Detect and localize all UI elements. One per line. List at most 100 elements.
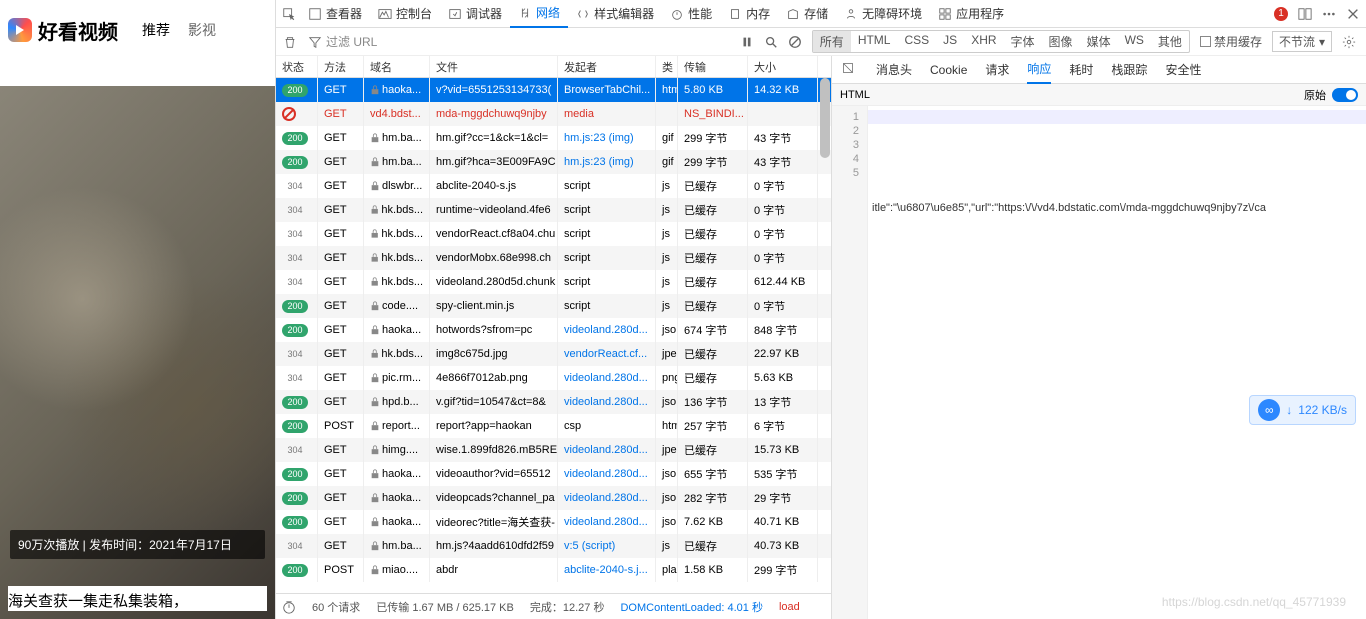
col-domain[interactable]: 域名 (364, 56, 430, 77)
network-table-panel: 状态 方法 域名 文件 发起者 类 传输 大小 200GEThaoka...v?… (276, 56, 832, 619)
network-row[interactable]: 304GEThk.bds...vendorReact.cf8a04.chuscr… (276, 222, 831, 246)
type-filter-XHR[interactable]: XHR (964, 31, 1003, 52)
video-player[interactable]: 90万次播放 | 发布时间：2021年7月17日 海关查获一集走私集装箱， (0, 86, 275, 619)
type-filter-媒体[interactable]: 媒体 (1080, 31, 1118, 52)
detail-tab-3[interactable]: 响应 (1027, 56, 1051, 84)
network-row[interactable]: 200GEThm.ba...hm.gif?hca=3E009FA9Chm.js:… (276, 150, 831, 174)
network-row[interactable]: 304GEThk.bds...videoland.280d5d.chunkscr… (276, 270, 831, 294)
website-panel: 好看视频 推荐 影视 90万次播放 | 发布时间：2021年7月17日 海关查获… (0, 0, 275, 619)
element-picker-icon[interactable] (282, 7, 296, 21)
download-speed-badge[interactable]: ∞ ↓ 122 KB/s (1249, 395, 1356, 425)
col-transferred[interactable]: 传输 (678, 56, 748, 77)
gear-icon[interactable] (1342, 35, 1356, 49)
devtools-tab-6[interactable]: 内存 (720, 0, 778, 28)
error-count-badge[interactable]: 1 (1274, 7, 1288, 21)
filter-icon (308, 35, 322, 49)
network-row[interactable]: 304GEThm.ba...hm.js?4aadd610dfd2f59v:5 (… (276, 534, 831, 558)
scrollbar[interactable] (819, 78, 831, 593)
network-row[interactable]: 200GEThaoka...videopcads?channel_pavideo… (276, 486, 831, 510)
detail-tab-6[interactable]: 安全性 (1165, 56, 1201, 84)
network-row[interactable]: 200POSTmiao....abdrabclite-2040-s.j...pl… (276, 558, 831, 582)
scrollbar-thumb[interactable] (820, 78, 830, 158)
response-body[interactable]: 12345 itle":"\u6807\u6e85","url":"https:… (832, 106, 1366, 619)
devtools-tab-8[interactable]: 无障碍环境 (836, 0, 930, 28)
close-detail-icon[interactable] (838, 62, 858, 77)
nav-film[interactable]: 影视 (188, 20, 216, 40)
col-status[interactable]: 状态 (276, 56, 318, 77)
type-filter-所有[interactable]: 所有 (813, 31, 851, 52)
network-row[interactable]: 200GEThaoka...videoauthor?vid=65512video… (276, 462, 831, 486)
col-file[interactable]: 文件 (430, 56, 558, 77)
watermark: https://blog.csdn.net/qq_45771939 (1162, 595, 1346, 609)
line-gutter: 12345 (832, 106, 868, 619)
response-text: itle":"\u6807\u6e85","url":"https:\/\/vd… (868, 106, 1366, 619)
response-sub-bar: HTML 原始 (832, 84, 1366, 106)
col-method[interactable]: 方法 (318, 56, 364, 77)
filter-input[interactable]: 过滤 URL (304, 33, 377, 50)
network-row[interactable]: 304GEThk.bds...vendorMobx.68e998.chscrip… (276, 246, 831, 270)
devtools-tab-1[interactable]: 控制台 (370, 0, 440, 28)
arrow-down-icon: ↓ (1286, 403, 1292, 417)
type-filter-图像[interactable]: 图像 (1042, 31, 1080, 52)
network-row[interactable]: GETvd4.bdst...mda-mggdchuwq9njbymediaNS_… (276, 102, 831, 126)
site-logo[interactable]: 好看视频 (8, 16, 118, 45)
video-title: 海关查获一集走私集装箱， (8, 586, 267, 611)
pause-icon[interactable] (740, 35, 754, 49)
network-row[interactable]: 304GEThimg....wise.1.899fd826.mB5REvideo… (276, 438, 831, 462)
status-requests: 60 个请求 (312, 599, 360, 615)
logo-text: 好看视频 (38, 16, 118, 45)
type-filter-WS[interactable]: WS (1118, 31, 1151, 52)
type-filter-字体[interactable]: 字体 (1004, 31, 1042, 52)
detail-tab-4[interactable]: 耗时 (1069, 56, 1093, 84)
logo-icon (8, 18, 32, 42)
type-filter-其他[interactable]: 其他 (1151, 31, 1189, 52)
network-row[interactable]: 200GEThaoka...v?vid=6551253134733(Browse… (276, 78, 831, 102)
devtools-tab-7[interactable]: 存储 (778, 0, 836, 28)
raw-toggle[interactable] (1332, 88, 1358, 102)
detail-tab-1[interactable]: Cookie (930, 56, 967, 84)
throttle-select[interactable]: 不节流▾ (1272, 31, 1332, 52)
network-row[interactable]: 304GETdlswbr...abclite-2040-s.jsscriptjs… (276, 174, 831, 198)
close-devtools-icon[interactable] (1346, 7, 1360, 21)
detail-tab-5[interactable]: 栈跟踪 (1111, 56, 1147, 84)
dock-icon[interactable] (1298, 7, 1312, 21)
col-size[interactable]: 大小 (748, 56, 818, 77)
network-row[interactable]: 200GEThaoka...videorec?title=海关查获-videol… (276, 510, 831, 534)
devtools-tab-5[interactable]: 性能 (662, 0, 720, 28)
blocked-icon (282, 107, 296, 121)
network-row[interactable]: 200POSTreport...report?app=haokancsphtm2… (276, 414, 831, 438)
col-type[interactable]: 类 (656, 56, 678, 77)
network-row[interactable]: 304GEThk.bds...runtime~videoland.4fe6scr… (276, 198, 831, 222)
network-row[interactable]: 304GETpic.rm...4e866f7012ab.pngvideoland… (276, 366, 831, 390)
type-filter-JS[interactable]: JS (936, 31, 964, 52)
disable-cache-checkbox[interactable]: 禁用缓存 (1200, 33, 1262, 50)
devtools-panel: 查看器控制台调试器网络样式编辑器性能内存存储无障碍环境应用程序 1 过滤 URL… (275, 0, 1366, 619)
type-filter-CSS[interactable]: CSS (897, 31, 936, 52)
network-row[interactable]: 200GEThaoka...hotwords?sfrom=pcvideoland… (276, 318, 831, 342)
response-type-label: HTML (840, 89, 870, 101)
network-row[interactable]: 200GEThm.ba...hm.gif?cc=1&ck=1&cl=hm.js:… (276, 126, 831, 150)
devtools-tab-9[interactable]: 应用程序 (930, 0, 1012, 28)
network-rows: 200GEThaoka...v?vid=6551253134733(Browse… (276, 78, 831, 593)
network-row[interactable]: 200GEThpd.b...v.gif?tid=10547&ct=8&video… (276, 390, 831, 414)
col-initiator[interactable]: 发起者 (558, 56, 656, 77)
network-row[interactable]: 304GEThk.bds...img8c675d.jpgvendorReact.… (276, 342, 831, 366)
search-icon[interactable] (764, 35, 778, 49)
devtools-tab-2[interactable]: 调试器 (440, 0, 510, 28)
block-icon[interactable] (788, 35, 802, 49)
perf-icon[interactable] (282, 600, 296, 614)
devtools-toolbar: 查看器控制台调试器网络样式编辑器性能内存存储无障碍环境应用程序 1 (276, 0, 1366, 28)
nav-recommend[interactable]: 推荐 (142, 20, 170, 40)
clear-button[interactable] (276, 35, 304, 49)
kebab-icon[interactable] (1322, 7, 1336, 21)
devtools-tab-4[interactable]: 样式编辑器 (568, 0, 662, 28)
detail-tab-2[interactable]: 请求 (985, 56, 1009, 84)
cloud-icon: ∞ (1258, 399, 1280, 421)
devtools-tab-3[interactable]: 网络 (510, 0, 568, 28)
devtools-tab-0[interactable]: 查看器 (300, 0, 370, 28)
raw-label: 原始 (1304, 87, 1326, 103)
network-row[interactable]: 200GETcode....spy-client.min.jsscriptjs已… (276, 294, 831, 318)
detail-tab-0[interactable]: 消息头 (876, 56, 912, 84)
detail-tabs: 消息头 Cookie 请求响应耗时栈跟踪安全性 (832, 56, 1366, 84)
type-filter-HTML[interactable]: HTML (851, 31, 898, 52)
